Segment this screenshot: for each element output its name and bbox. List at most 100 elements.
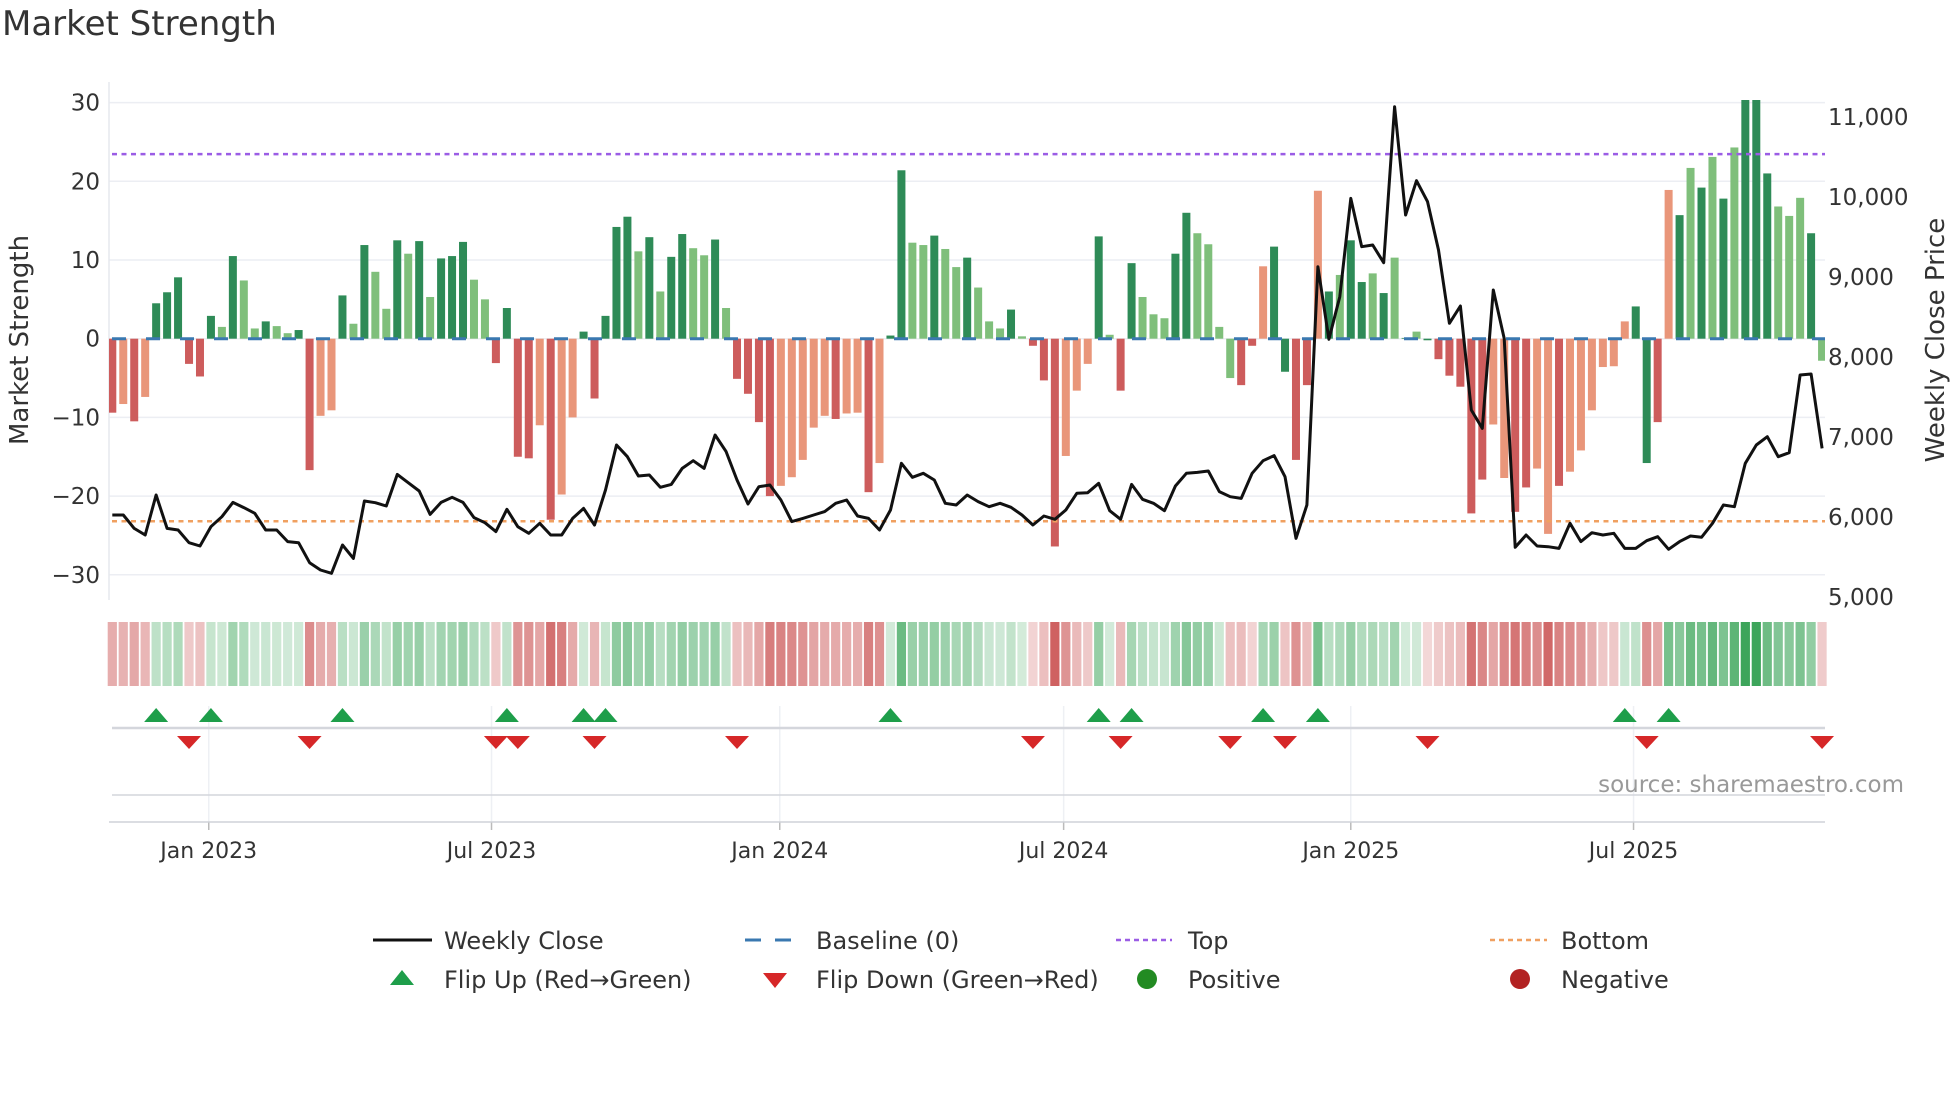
strength-bar [743,338,752,394]
strength-bar [787,338,796,478]
strip-cell [1094,622,1104,686]
strip-cell [699,622,709,686]
strength-bar [217,326,226,339]
strength-bar [1390,257,1399,339]
strip-cell [436,622,446,686]
y-axis-title: Market Strength [5,235,35,445]
strip-cell [315,622,326,686]
strength-bar [733,338,742,379]
strip-cell [337,622,348,686]
strip-cell [1280,622,1290,686]
strength-bar [546,338,555,520]
legend-weekly-close-label: Weekly Close [444,927,604,955]
strength-bar [798,338,807,460]
strip-cell [1411,622,1422,686]
strip-cell [447,622,457,686]
positive-dot-icon [1137,969,1157,989]
strip-cell [1587,622,1597,686]
strength-bar [327,338,336,411]
flip-up-marker [878,708,903,722]
strip-cell [644,622,654,686]
strip-cell [1203,622,1213,686]
strip-cell [589,622,600,686]
strip-cell [151,622,161,686]
strip-cell [765,622,775,686]
strip-cell [1433,622,1444,686]
strip-cell [1116,622,1126,686]
strength-bar [689,248,698,339]
strip-cell [129,622,139,686]
strength-bar [645,237,654,339]
strength-bar [1489,338,1498,425]
strip-cell [1061,622,1071,686]
flip-down-marker [1415,736,1440,749]
strip-cell [1543,622,1553,686]
strength-bar [261,321,270,339]
strength-bar [109,338,117,413]
strip-cell [1685,622,1696,686]
strip-cell [184,622,194,686]
strength-bar [1565,338,1574,472]
strip-cell [984,622,994,686]
strip-cell [1291,622,1301,686]
strength-bar [875,338,884,464]
strength-bar [1653,338,1662,423]
market-strength-chart: 30 20 10 0 −10 −20 −30 11,000 10,000 9,000 8,000 7,… [5,82,1951,994]
strength-bar [1094,236,1103,339]
strip-cell [261,622,271,686]
strength-bar [1083,338,1092,364]
strip-cell [173,622,183,686]
strength-bar [930,235,939,339]
strip-cell [1346,622,1356,686]
strip-cell [359,622,369,686]
strip-cell [1159,622,1170,686]
strength-bar [206,315,215,339]
strength-bar [1346,240,1355,339]
strip-cell [1751,622,1761,686]
strip-cell [1324,622,1334,686]
strip-cell [842,622,852,686]
strip-cell [1773,622,1783,686]
strength-bar [1533,338,1542,469]
x-tick-label: Jan 2023 [158,839,257,864]
strip-cell [1674,622,1685,686]
y2-tick-label: 9,000 [1828,265,1894,291]
strength-bar [195,338,204,377]
flip-down-marker [1634,736,1659,749]
strip-cell [557,622,567,686]
strength-bar [426,296,435,339]
strength-bar [349,323,358,339]
strip-cell [1664,622,1674,686]
negative-dot-icon [1510,969,1530,989]
flip-down-marker [1273,736,1298,749]
strip-cell [633,622,643,686]
strip-cell [1269,622,1279,686]
strip-cell [304,622,315,686]
strip-cell [732,622,742,686]
strength-bar [1061,338,1070,456]
strip-cell [874,622,885,686]
strip-cell [370,622,380,686]
strip-cell [1072,622,1082,686]
flip-up-marker [1656,708,1681,722]
strip-cell [1039,622,1049,686]
strength-bar [524,338,533,459]
strip-cell [524,622,534,686]
strength-bar [1291,338,1300,460]
strength-bar [1642,338,1651,464]
strength-bar [557,338,566,495]
strength-bar [1160,318,1169,339]
strip-cell [1105,622,1115,686]
strength-bar [1686,167,1695,339]
strength-bar [491,338,500,364]
flip-down-marker [1810,736,1835,749]
strip-cell [1576,622,1586,686]
legend-baseline-label: Baseline (0) [816,927,959,955]
strip-cell [1302,622,1312,686]
strip-cell [1028,622,1038,686]
y2-tick-label: 5,000 [1828,585,1894,611]
strip-cell [929,622,939,686]
strip-cell [918,622,928,686]
strip-cell [1148,622,1159,686]
strength-bar [228,256,237,339]
